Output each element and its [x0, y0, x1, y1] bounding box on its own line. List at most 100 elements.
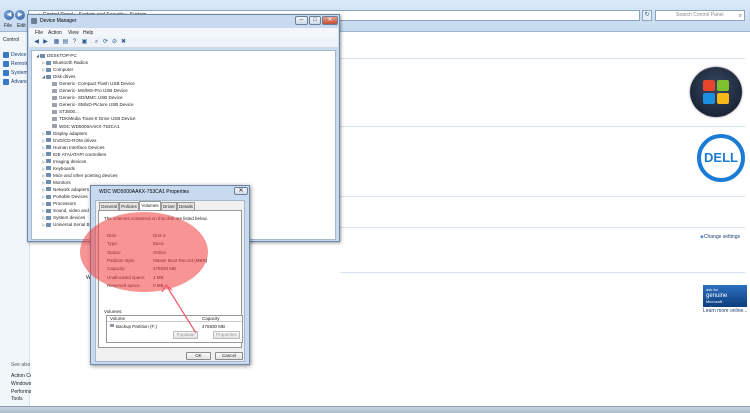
cp-menu-edit[interactable]: Edit	[17, 23, 26, 29]
tree-item-label: Sound, video and	[53, 208, 89, 214]
back-icon[interactable]: ◀	[4, 10, 14, 20]
tree-item-disk[interactable]: Generic- SM/xD-Picture USB Device	[48, 102, 134, 108]
volume-capacity: 476930 MB	[202, 324, 226, 329]
tree-item-label: Display adapters	[53, 130, 88, 136]
search-input[interactable]: Search Control Panel ⌕	[655, 10, 745, 21]
tree-item-disk[interactable]: WDC WD5000AAKX-753CA1	[48, 124, 120, 130]
device-category-icon	[46, 74, 51, 79]
tree-item[interactable]: ▷ Network adapters	[42, 187, 89, 193]
minimize-button[interactable]: –	[295, 16, 308, 25]
menu-help[interactable]: Help	[83, 30, 93, 36]
separator	[340, 58, 745, 59]
device-category-icon	[46, 145, 51, 150]
tree-item-label: WDC WD5000AAKX-753CA1	[59, 123, 120, 129]
back-arrow-icon[interactable]: ◀	[33, 39, 40, 46]
device-category-icon	[46, 222, 51, 227]
properties-icon[interactable]: ▦	[53, 39, 60, 46]
tree-item[interactable]: ▷ Computer	[42, 67, 73, 73]
tree-item-disk[interactable]: Generic- Compact Flash USB Device	[48, 81, 135, 87]
tree-view-icon[interactable]: ▤	[62, 39, 69, 46]
cp-menu-file[interactable]: File	[4, 23, 12, 29]
see-also-heading: See also	[11, 362, 31, 368]
disk-drive-icon	[52, 95, 57, 100]
shield-icon	[3, 61, 9, 67]
tree-item[interactable]: ▷ Sound, video and	[42, 208, 89, 214]
tree-item-label: Processors	[53, 201, 76, 207]
tree-item[interactable]: ▷ Human Interface Devices	[42, 145, 105, 151]
dialog-close-button[interactable]: ✕	[234, 187, 248, 195]
forward-icon[interactable]: ▶	[15, 10, 25, 20]
sidebar-item-remote[interactable]: Remote	[11, 61, 29, 67]
capacity-column-header[interactable]: Capacity	[202, 316, 220, 321]
learn-more-link[interactable]: Learn more online...	[703, 308, 747, 314]
close-button[interactable]: ✕	[322, 16, 338, 25]
device-category-icon	[46, 208, 51, 213]
separator	[340, 196, 745, 197]
device-manager-icon	[31, 18, 37, 24]
tree-item[interactable]: ▷ IDE ATA/ATAPI controllers	[42, 152, 106, 158]
tree-item-label: Human Interface Devices	[53, 144, 105, 150]
populate-button[interactable]: Populate	[173, 331, 198, 339]
refresh-icon[interactable]: ↻	[642, 10, 652, 21]
tree-item-disk[interactable]: ST3500...	[48, 109, 79, 115]
tree-item-disk[interactable]: TDKMedia Trans-It Drive USB Device	[48, 116, 136, 122]
tree-item-label: ST3500...	[59, 109, 79, 115]
tree-item[interactable]: ▷ System devices	[42, 215, 85, 221]
scan-hardware-icon[interactable]: ⌕	[93, 39, 100, 46]
help-icon[interactable]: ?	[71, 39, 78, 46]
tree-item[interactable]: ▷ DVD/CD-ROM drives	[42, 138, 96, 144]
tree-item-label: Generic- SM/xD-Picture USB Device	[59, 102, 134, 108]
sidebar-item-system[interactable]: System	[11, 70, 28, 76]
device-manager-toolbar: ◀ ▶ ▦ ▤ ? ▣ ⌕ ⟳ ⊘ ✖	[29, 37, 338, 48]
disk-drive-icon	[52, 81, 57, 86]
maximize-button[interactable]: □	[309, 16, 321, 25]
tree-item[interactable]: ▷ Processors	[42, 201, 76, 207]
tab-policies[interactable]: Policies	[119, 202, 139, 210]
tree-item-label: Disk drives	[53, 74, 76, 80]
tree-item-label: DESKTOP-PC	[47, 53, 77, 58]
volume-icon	[110, 324, 114, 327]
cancel-button[interactable]: Cancel	[215, 352, 243, 360]
device-list-icon[interactable]: ▣	[81, 39, 88, 46]
tree-item-label: System devices	[53, 215, 86, 221]
tree-item[interactable]: ▷ Keyboards	[42, 166, 75, 172]
volume-column-header[interactable]: Volume	[110, 316, 125, 321]
tree-item-disk[interactable]: Generic- SD/MMC USB Device	[48, 95, 123, 101]
ok-button[interactable]: OK	[186, 352, 211, 360]
device-category-icon	[46, 166, 51, 171]
tree-item[interactable]: ▷ Monitors	[42, 180, 71, 186]
menu-action[interactable]: Action	[48, 30, 62, 36]
tree-item[interactable]: ◢ DESKTOP-PC	[36, 53, 77, 59]
properties-button[interactable]: Properties	[213, 331, 240, 339]
table-row[interactable]: Backup Partition (F:) 476930 MB	[107, 324, 242, 330]
uninstall-device-icon[interactable]: ✖	[120, 39, 127, 46]
tree-item[interactable]: ▷ Bluetooth Radios	[42, 60, 88, 66]
tree-item[interactable]: ◢ Disk drives	[42, 74, 75, 80]
see-also-tools[interactable]: Tools	[11, 396, 23, 402]
forward-arrow-icon[interactable]: ▶	[42, 39, 49, 46]
menu-view[interactable]: View	[68, 30, 79, 36]
tree-item[interactable]: ▷ Display adapters	[42, 131, 87, 137]
tree-item-label: Generic- SD/MMC USB Device	[59, 95, 123, 101]
device-manager-titlebar[interactable]: Device Manager – □ ✕	[28, 15, 339, 27]
disable-device-icon[interactable]: ⊘	[111, 39, 118, 46]
disk-drive-icon	[52, 116, 57, 121]
tab-details[interactable]: Details	[177, 202, 195, 210]
tree-item-disk[interactable]: Generic- MS/MS-Pro USB Device	[48, 88, 128, 94]
tree-item[interactable]: ▷ Imaging devices	[42, 159, 86, 165]
tree-item[interactable]: ▷ Mice and other pointing devices	[42, 173, 118, 179]
tab-driver[interactable]: Driver	[161, 202, 177, 210]
tree-item[interactable]: ▷ Universal Serial B	[42, 222, 90, 228]
tree-item-label: Generic- MS/MS-Pro USB Device	[59, 88, 128, 94]
tab-general[interactable]: General	[99, 202, 119, 210]
disk-drive-icon	[52, 102, 57, 107]
menu-file[interactable]: File	[35, 30, 43, 36]
change-settings-link[interactable]: ◈Change settings	[700, 234, 740, 240]
genuine-microsoft-badge[interactable]: ask for genuine Microsoft software	[703, 285, 747, 310]
update-driver-icon[interactable]: ⟳	[102, 39, 109, 46]
shield-icon	[3, 52, 9, 58]
taskbar[interactable]	[0, 406, 750, 413]
tree-item-label: Monitors	[53, 179, 71, 185]
tree-item[interactable]: ▷ Portable Devices	[42, 194, 88, 200]
device-category-icon	[46, 173, 51, 178]
